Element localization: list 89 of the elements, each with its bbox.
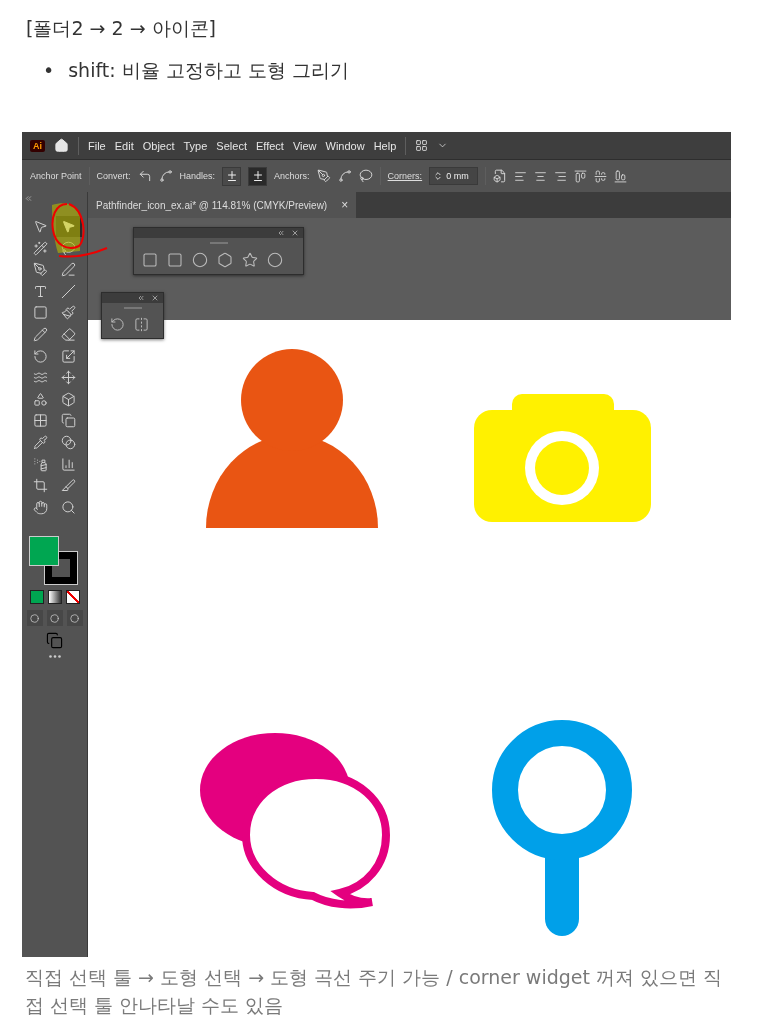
bullet-text: shift: 비율 고정하고 도형 그리기 [68, 58, 349, 83]
menu-item[interactable]: Effect [255, 139, 284, 152]
convert-label: Convert: [96, 171, 131, 181]
spray-icon [33, 456, 48, 472]
align-top-icon [574, 169, 588, 183]
align-center-icon [534, 169, 548, 183]
collapse-icon[interactable] [277, 229, 285, 237]
close-icon[interactable] [151, 294, 159, 302]
screen-mode-icon [46, 632, 63, 650]
corner-point-icon [137, 169, 152, 183]
handles-label: Handles: [179, 171, 216, 181]
anchors-label: Anchors: [274, 171, 310, 181]
collapse-icon [23, 194, 33, 203]
reflect-icon [134, 317, 149, 332]
bullet-marker: • [43, 58, 55, 83]
zoom-icon [61, 499, 76, 515]
line-icon [61, 283, 76, 299]
menu-item[interactable]: File [88, 139, 106, 152]
menu-item[interactable]: Help [373, 139, 397, 152]
menu-item[interactable]: Type [183, 139, 208, 152]
draw-normal-button[interactable] [26, 610, 43, 627]
none-mode-button[interactable] [65, 590, 80, 605]
blend-icon [61, 434, 76, 450]
rectangle-icon [142, 252, 158, 268]
polygon-icon [217, 252, 233, 268]
shape-builder-icon [33, 391, 48, 407]
align-right-icon [554, 169, 568, 183]
rounded-rectangle-icon [167, 252, 183, 268]
scale-icon [61, 348, 76, 364]
gradient-mode-button[interactable] [47, 590, 62, 605]
menu-item[interactable]: Select [216, 139, 247, 152]
handle-icon [225, 170, 238, 182]
perspective-icon [61, 391, 76, 407]
stepper-icon [433, 171, 444, 181]
document-tab[interactable]: Pathfinder_icon_ex.ai* @ 114.81% (CMYK/Preview) × [88, 192, 357, 218]
handles-button[interactable] [248, 166, 268, 186]
pencil-icon [33, 326, 48, 342]
menu-item[interactable]: Object [142, 139, 175, 152]
mesh-icon [33, 413, 48, 429]
color-mode-button[interactable] [29, 590, 44, 605]
align-bottom-icon [614, 169, 628, 183]
rotate-icon [110, 317, 125, 332]
brush-icon [61, 305, 76, 321]
more-icon[interactable] [48, 655, 61, 659]
circle-icon [30, 613, 39, 623]
magic-wand-icon [33, 240, 48, 256]
curve-icon [337, 169, 352, 183]
handle-icon [251, 170, 264, 182]
hollow-arrow-icon [33, 219, 48, 234]
corners-label: Corners: [387, 171, 423, 181]
align-left-icon [514, 169, 528, 183]
eraser-icon [61, 326, 76, 342]
app-logo: Ai [30, 139, 45, 152]
ellipse-icon [192, 252, 208, 268]
draw-behind-button[interactable] [46, 610, 63, 627]
menu-item[interactable]: Edit [114, 139, 134, 152]
hand-icon [33, 499, 48, 515]
document-title: Pathfinder_icon_ex.ai* @ 114.81% (CMYK/Preview) [96, 199, 328, 211]
chart-icon [61, 456, 76, 472]
menu-item[interactable]: View [292, 139, 317, 152]
rectangle-icon [33, 305, 48, 321]
corners-value: 0 mm [446, 171, 469, 181]
circle-icon [50, 613, 59, 623]
arrow-icon [61, 219, 76, 234]
rotate-icon [33, 348, 48, 364]
artboard-icon [33, 478, 48, 494]
fill-swatch[interactable] [28, 536, 59, 567]
layout-icon [415, 139, 429, 152]
lasso-icon [61, 240, 76, 256]
draw-inside-button[interactable] [66, 610, 83, 627]
star-icon [242, 252, 258, 268]
close-button[interactable]: × [341, 198, 349, 212]
caption: 직접 선택 툴 → 도형 선택 → 도형 곡선 주기 가능 / corner widget 꺼져 있으면 직접 선택 툴 안나타날 수도 있음 [25, 965, 724, 1018]
heading: [폴더2 → 2 → 아이콘] [26, 16, 217, 41]
corners-field[interactable]: 0 mm [429, 167, 479, 185]
smooth-point-icon [158, 169, 173, 183]
collapse-icon[interactable] [137, 294, 145, 302]
home-icon [54, 138, 69, 153]
tool-button[interactable] [55, 216, 82, 237]
knife-icon [61, 478, 76, 494]
handles-button[interactable] [222, 166, 242, 186]
close-icon[interactable] [291, 229, 299, 237]
circle-icon [70, 613, 79, 623]
type-icon [33, 283, 48, 299]
tool-name: Anchor Point [30, 171, 82, 181]
menu-item[interactable]: Window [325, 139, 365, 152]
eyedropper-icon [33, 434, 48, 450]
highlight-mark [50, 201, 82, 255]
align-middle-icon [594, 169, 608, 183]
